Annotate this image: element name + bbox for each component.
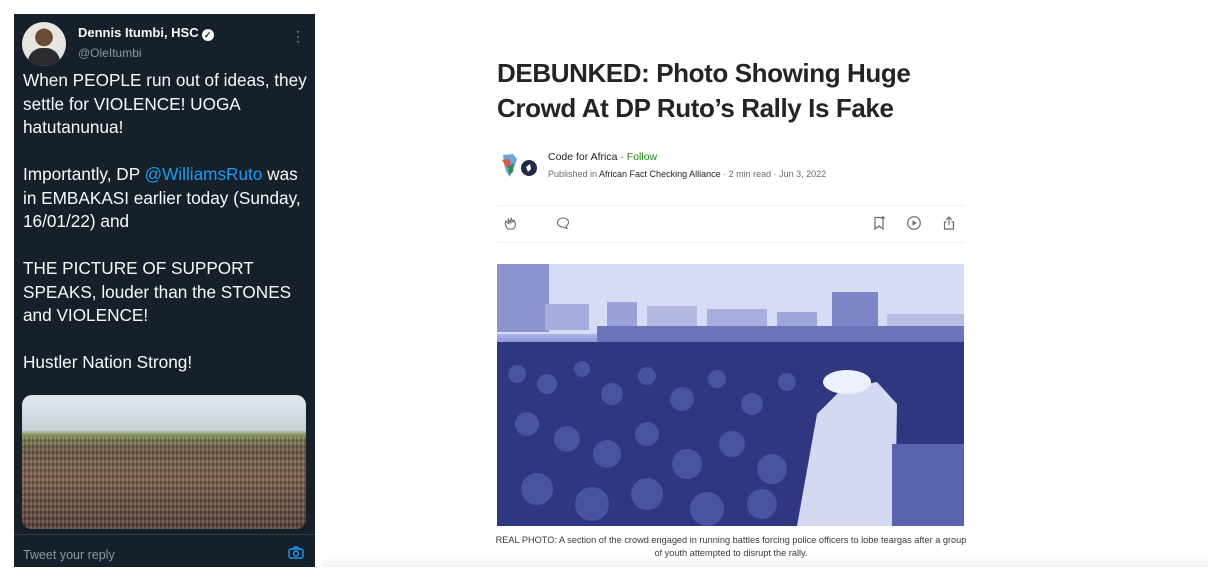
reply-box[interactable]: Tweet your reply [14,534,315,567]
publication-link[interactable]: African Fact Checking Alliance [599,169,721,179]
more-options-icon[interactable]: ⋮ [291,26,305,46]
display-name-text[interactable]: Dennis Itumbi, HSC [78,25,199,40]
tweet-header: Dennis Itumbi, HSC ✓ @OleItumbi ⋮ [22,22,307,66]
bookmark-icon[interactable] [871,215,887,231]
tweet-paragraph: Hustler Nation Strong! [23,352,193,372]
user-handle[interactable]: @OleItumbi [78,46,142,60]
listen-play-icon[interactable] [906,215,922,231]
article-title: DEBUNKED: Photo Showing Huge Crowd At DP… [497,58,911,123]
comment-icon[interactable] [555,215,571,231]
share-icon[interactable] [941,215,957,231]
separator: · [617,151,627,163]
article-action-bar [497,205,965,243]
bottom-shadow [322,557,1208,567]
tweet-text: When PEOPLE run out of ideas, they settl… [23,69,315,375]
tweet-paragraph: THE PICTURE OF SUPPORT SPEAKS, louder th… [23,258,292,325]
follow-button[interactable]: Follow [627,151,657,163]
tweet-card: Dennis Itumbi, HSC ✓ @OleItumbi ⋮ When PE… [14,14,315,567]
mention-link[interactable]: @WilliamsRuto [145,164,263,184]
published-prefix: Published in [548,169,600,179]
separator: · [771,169,780,179]
author-line: Code for Africa · Follow [548,151,657,163]
tweet-paragraph: When PEOPLE run out of ideas, they settl… [23,70,307,137]
display-name[interactable]: Dennis Itumbi, HSC ✓ [78,25,214,41]
camera-icon[interactable] [288,546,304,559]
clap-icon[interactable] [503,215,519,231]
verified-badge-icon: ✓ [201,29,214,41]
read-time: 2 min read [728,169,772,179]
article-page: DEBUNKED: Photo Showing Huge Crowd At DP… [322,14,1208,567]
article-photo-crowd[interactable] [497,264,964,526]
author-name[interactable]: Code for Africa [548,151,617,163]
publication-logo-icon[interactable] [499,151,539,181]
publish-date: Jun 3, 2022 [779,169,827,179]
separator: · [720,169,729,179]
reply-input[interactable]: Tweet your reply [23,548,115,562]
avatar[interactable] [22,22,66,66]
tweet-text-segment: Importantly, DP [23,164,145,184]
tweet-paragraph: Importantly, DP @WilliamsRuto was in EMB… [23,163,315,234]
article-meta: Published in African Fact Checking Allia… [548,169,826,179]
tweet-photo-crowd[interactable] [22,395,306,529]
